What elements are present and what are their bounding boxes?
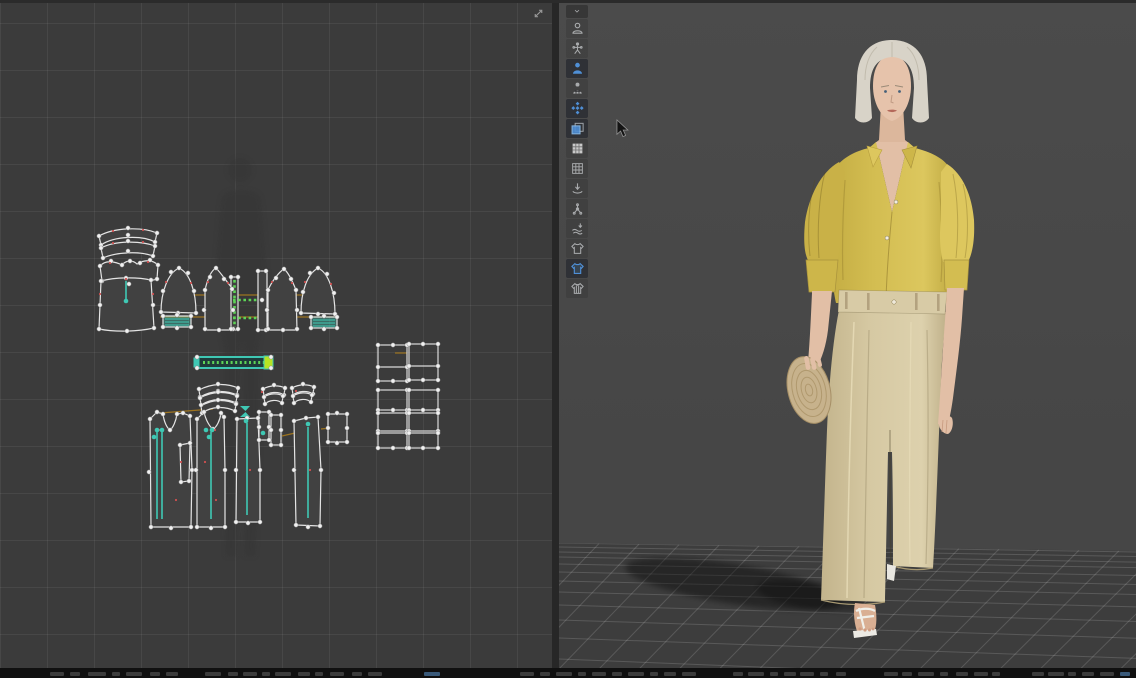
scene-3d — [559, 0, 1136, 668]
layered-square-icon — [570, 121, 585, 136]
show-garment-seams-button[interactable] — [566, 279, 588, 298]
wind-toggle-button[interactable] — [566, 219, 588, 238]
show-grid-button[interactable] — [566, 159, 588, 178]
piece-button-placket[interactable] — [231, 277, 238, 330]
show-bones-button[interactable] — [566, 39, 588, 58]
show-avatar-solid-button[interactable] — [566, 59, 588, 78]
app-window — [0, 0, 1136, 678]
piece-sleeve-right[interactable] — [301, 268, 335, 314]
show-avatar-button[interactable] — [566, 19, 588, 38]
viewport-toolbar — [566, 5, 590, 298]
skeleton-icon — [570, 41, 585, 56]
expand-panel-button[interactable] — [530, 5, 546, 21]
piece-pant-back-right[interactable] — [294, 417, 321, 526]
piece-back-panel[interactable] — [99, 278, 154, 331]
piece-cuff-left[interactable] — [163, 316, 191, 327]
pattern-pieces — [99, 229, 438, 527]
show-arrangement-bounding-button[interactable] — [566, 99, 588, 118]
show-arrangement-points-button[interactable] — [566, 79, 588, 98]
bottom-taskbar-clipped — [0, 668, 1136, 678]
piece-waistband-strip-selected[interactable] — [194, 356, 274, 369]
avatar-bust-icon — [570, 21, 585, 36]
person-grid-icon — [570, 81, 585, 96]
grid-icon — [570, 161, 585, 176]
show-pins-button[interactable] — [566, 199, 588, 218]
pattern-2d-canvas[interactable] — [0, 0, 552, 668]
show-pattern-overlay-button[interactable] — [566, 119, 588, 138]
joint-axis-icon — [570, 201, 585, 216]
tshirt-outline-icon — [570, 241, 585, 256]
tshirt-seams-icon — [570, 281, 585, 296]
avatar-face — [873, 55, 911, 121]
piece-pant-back-center[interactable] — [236, 418, 260, 522]
window-top-strip — [0, 0, 1136, 3]
piece-sleeve-left[interactable] — [161, 268, 196, 313]
panel-divider[interactable] — [552, 0, 559, 668]
tshirt-solid-icon — [570, 261, 585, 276]
viewport-3d-canvas[interactable] — [559, 0, 1136, 668]
collapse-toolbar-button[interactable] — [566, 5, 588, 18]
piece-side-tab[interactable] — [328, 414, 347, 442]
mouse-cursor — [616, 119, 630, 143]
chevron-down-icon — [570, 7, 584, 16]
person-icon — [570, 61, 585, 76]
scatter-squares-icon — [570, 101, 585, 116]
show-solid-surface-button[interactable] — [566, 139, 588, 158]
show-garment-button[interactable] — [566, 239, 588, 258]
piece-cuff-right[interactable] — [311, 317, 337, 328]
garment-trousers[interactable] — [821, 290, 947, 605]
avatar-front-foot — [853, 603, 877, 638]
show-garment-fit-button[interactable] — [566, 259, 588, 278]
pattern-pieces-layer — [0, 0, 552, 668]
wind-icon — [570, 221, 585, 236]
filled-grid-icon — [570, 141, 585, 156]
expand-diagonal-icon — [532, 7, 545, 20]
gravity-arrow-icon — [570, 181, 585, 196]
gravity-toggle-button[interactable] — [566, 179, 588, 198]
